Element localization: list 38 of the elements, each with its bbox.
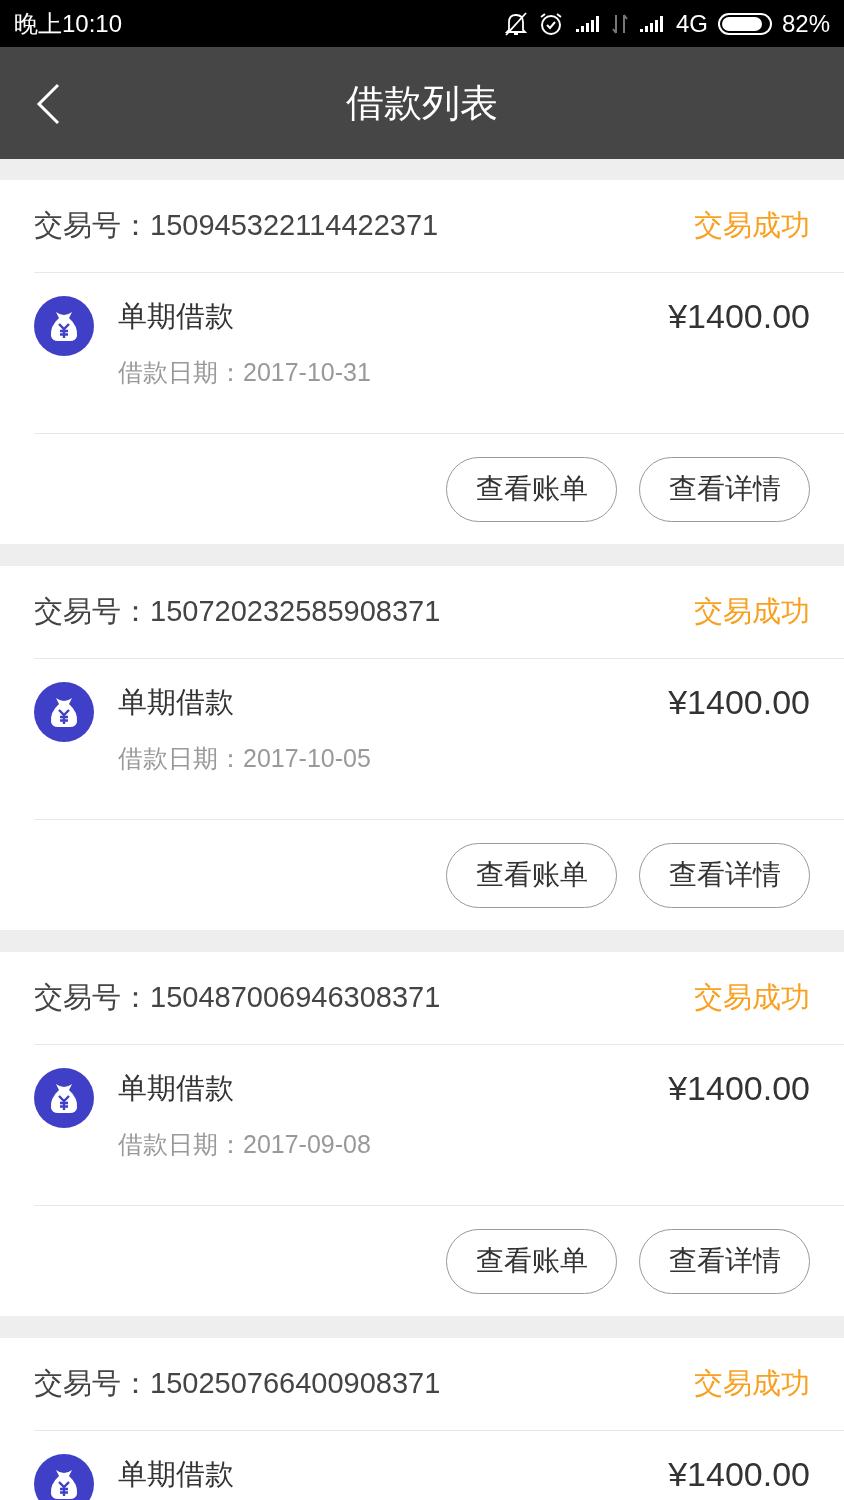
- trade-status: 交易成功: [694, 1366, 810, 1401]
- loan-amount: ¥1400.00: [668, 1068, 810, 1109]
- battery-icon: [717, 12, 772, 35]
- trade-status: 交易成功: [694, 980, 810, 1015]
- trade-number: 交易号：150945322114422371: [34, 208, 439, 243]
- signal-icon: [573, 13, 602, 34]
- trade-status: 交易成功: [694, 594, 810, 629]
- money-bag-icon: [34, 296, 94, 356]
- muted-bell-icon: [503, 10, 528, 37]
- view-bill-button[interactable]: 查看账单: [446, 842, 617, 908]
- view-details-button[interactable]: 查看详情: [639, 1228, 810, 1294]
- loan-date: 借款日期：2017-10-31: [118, 357, 371, 388]
- money-bag-icon: [34, 1068, 94, 1128]
- loan-amount: ¥1400.00: [668, 682, 810, 723]
- data-arrows-icon: [611, 12, 628, 35]
- page-title: 借款列表: [346, 80, 498, 126]
- trade-number: 交易号：150720232585908371: [34, 594, 441, 629]
- view-details-button[interactable]: 查看详情: [639, 456, 810, 522]
- view-bill-button[interactable]: 查看账单: [446, 456, 617, 522]
- network-type: 4G: [675, 9, 708, 38]
- trade-number: 交易号：150487006946308371: [34, 980, 441, 1015]
- signal-icon: [637, 13, 666, 34]
- view-details-button[interactable]: 查看详情: [639, 842, 810, 908]
- money-bag-icon: [34, 682, 94, 742]
- trade-status: 交易成功: [694, 208, 810, 243]
- status-time: 晚上10:10: [14, 8, 123, 39]
- loan-date: 借款日期：2017-09-08: [118, 1129, 371, 1160]
- back-icon[interactable]: [36, 83, 60, 125]
- view-bill-button[interactable]: 查看账单: [446, 1228, 617, 1294]
- loan-amount: ¥1400.00: [668, 1454, 810, 1495]
- loan-type: 单期借款: [118, 1457, 234, 1492]
- loan-type: 单期借款: [118, 1071, 235, 1106]
- loan-date: 借款日期：2017-10-05: [118, 743, 371, 774]
- battery-level: 82%: [781, 9, 830, 38]
- trade-number: 交易号：150250766400908371: [34, 1366, 441, 1401]
- loan-type: 单期借款: [118, 685, 235, 720]
- loan-type: 单期借款: [118, 299, 235, 334]
- loan-amount: ¥1400.00: [668, 296, 810, 337]
